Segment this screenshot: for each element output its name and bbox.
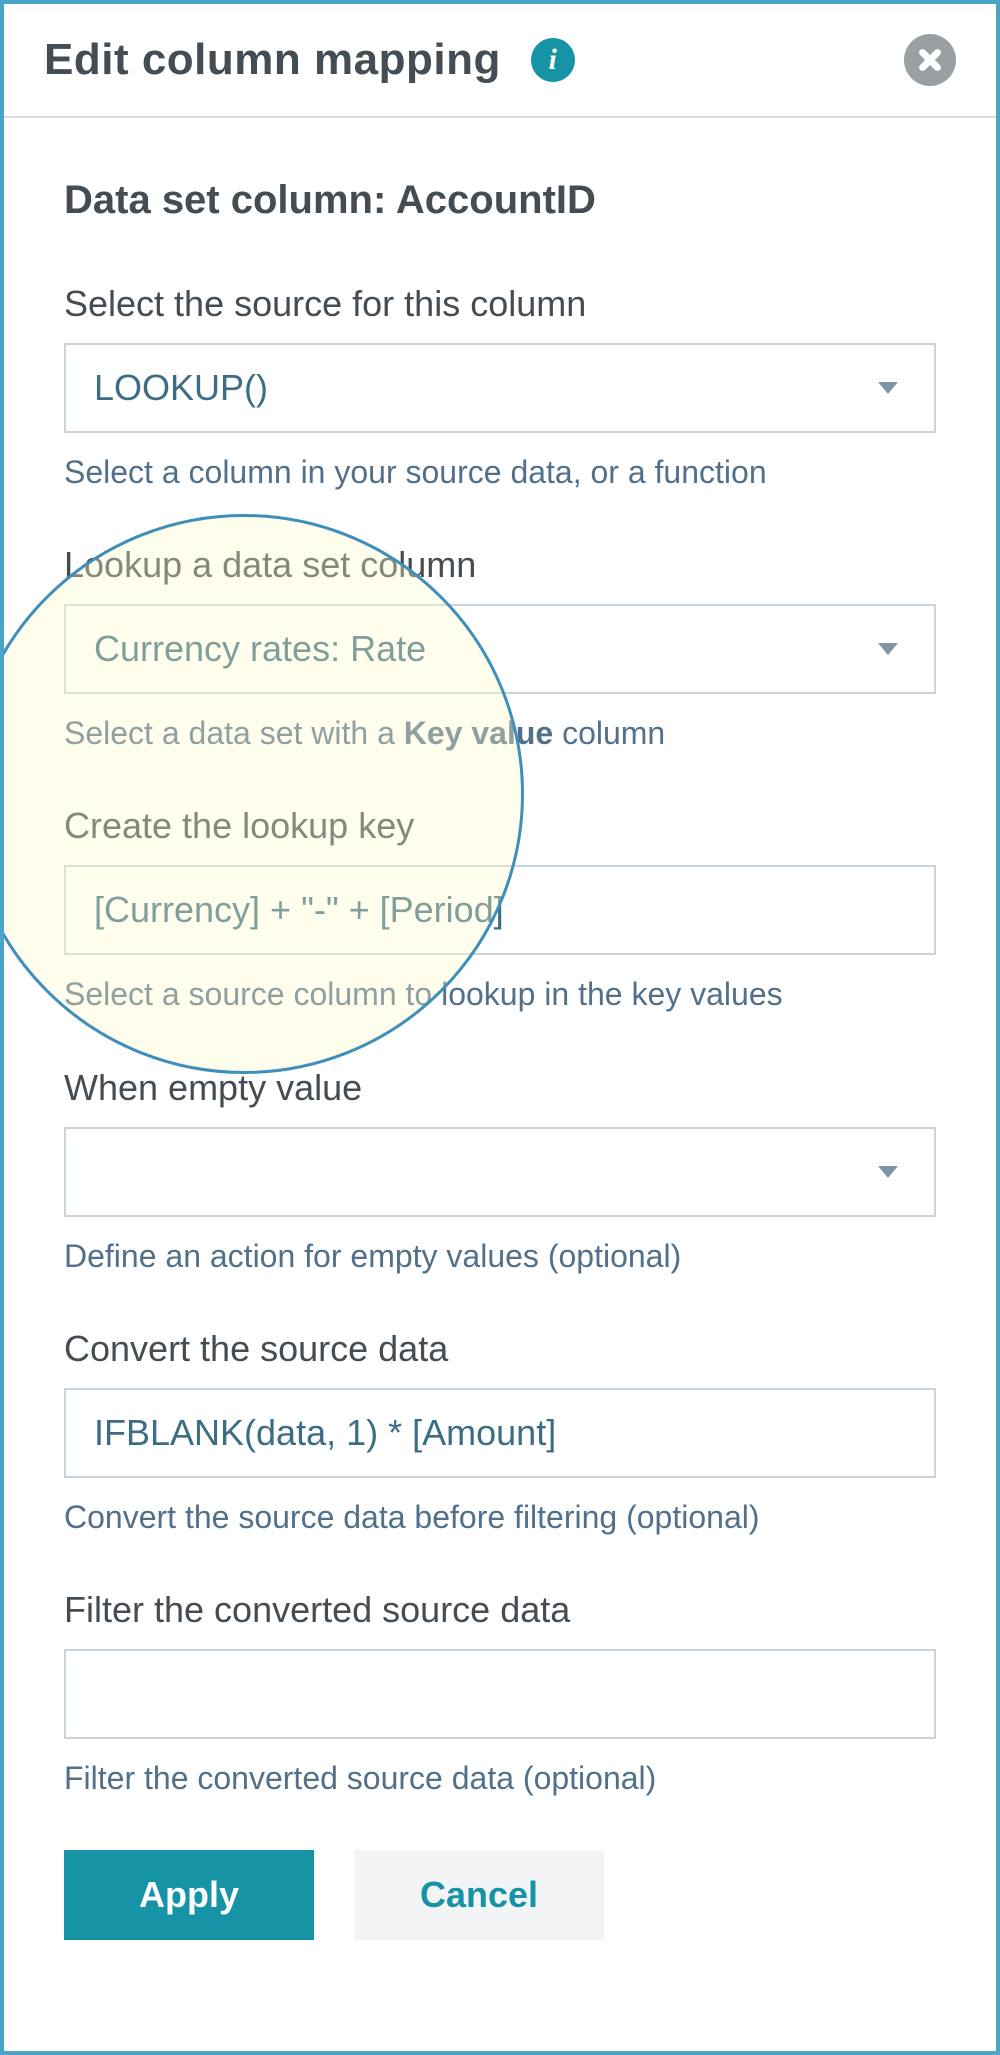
cancel-button[interactable]: Cancel: [354, 1850, 604, 1940]
field-source: Select the source for this column LOOKUP…: [64, 283, 936, 494]
field-lookup-column: Lookup a data set column Currency rates:…: [64, 544, 936, 755]
lookup-column-select[interactable]: Currency rates: Rate: [64, 604, 936, 694]
field-lookup-column-label: Lookup a data set column: [64, 544, 936, 586]
lookup-key-input[interactable]: [94, 867, 906, 953]
empty-value-select[interactable]: [64, 1127, 936, 1217]
close-icon[interactable]: [904, 34, 956, 86]
lookup-column-select-value: Currency rates: Rate: [94, 628, 426, 670]
field-source-label: Select the source for this column: [64, 283, 936, 325]
field-convert-helper: Convert the source data before filtering…: [64, 1496, 936, 1539]
source-select[interactable]: LOOKUP(): [64, 343, 936, 433]
source-select-value: LOOKUP(): [94, 367, 268, 409]
field-empty-value: When empty value Define an action for em…: [64, 1067, 936, 1278]
field-convert-label: Convert the source data: [64, 1328, 936, 1370]
field-convert: Convert the source data Convert the sour…: [64, 1328, 936, 1539]
field-source-helper: Select a column in your source data, or …: [64, 451, 936, 494]
convert-input[interactable]: [94, 1390, 906, 1476]
field-lookup-key-helper: Select a source column to lookup in the …: [64, 973, 936, 1016]
apply-button[interactable]: Apply: [64, 1850, 314, 1940]
chevron-down-icon: [878, 382, 898, 394]
field-filter-helper: Filter the converted source data (option…: [64, 1757, 936, 1800]
field-lookup-key-label: Create the lookup key: [64, 805, 936, 847]
modal-actions: Apply Cancel: [64, 1850, 936, 1940]
modal-header: Edit column mapping i: [4, 4, 996, 118]
field-empty-value-helper: Define an action for empty values (optio…: [64, 1235, 936, 1278]
field-empty-value-label: When empty value: [64, 1067, 936, 1109]
edit-column-mapping-modal: Edit column mapping i Data set column: A…: [0, 0, 1000, 2055]
field-lookup-column-helper: Select a data set with a Key value colum…: [64, 712, 936, 755]
info-icon[interactable]: i: [531, 38, 575, 82]
lookup-key-input-wrap: [64, 865, 936, 955]
convert-input-wrap: [64, 1388, 936, 1478]
filter-input[interactable]: [94, 1651, 906, 1737]
field-lookup-key: Create the lookup key Select a source co…: [64, 805, 936, 1016]
field-filter: Filter the converted source data Filter …: [64, 1589, 936, 1800]
section-title: Data set column: AccountID: [64, 178, 936, 223]
field-filter-label: Filter the converted source data: [64, 1589, 936, 1631]
chevron-down-icon: [878, 1166, 898, 1178]
chevron-down-icon: [878, 643, 898, 655]
modal-title: Edit column mapping: [44, 35, 501, 85]
filter-input-wrap: [64, 1649, 936, 1739]
modal-body: Data set column: AccountID Select the so…: [4, 118, 996, 1980]
